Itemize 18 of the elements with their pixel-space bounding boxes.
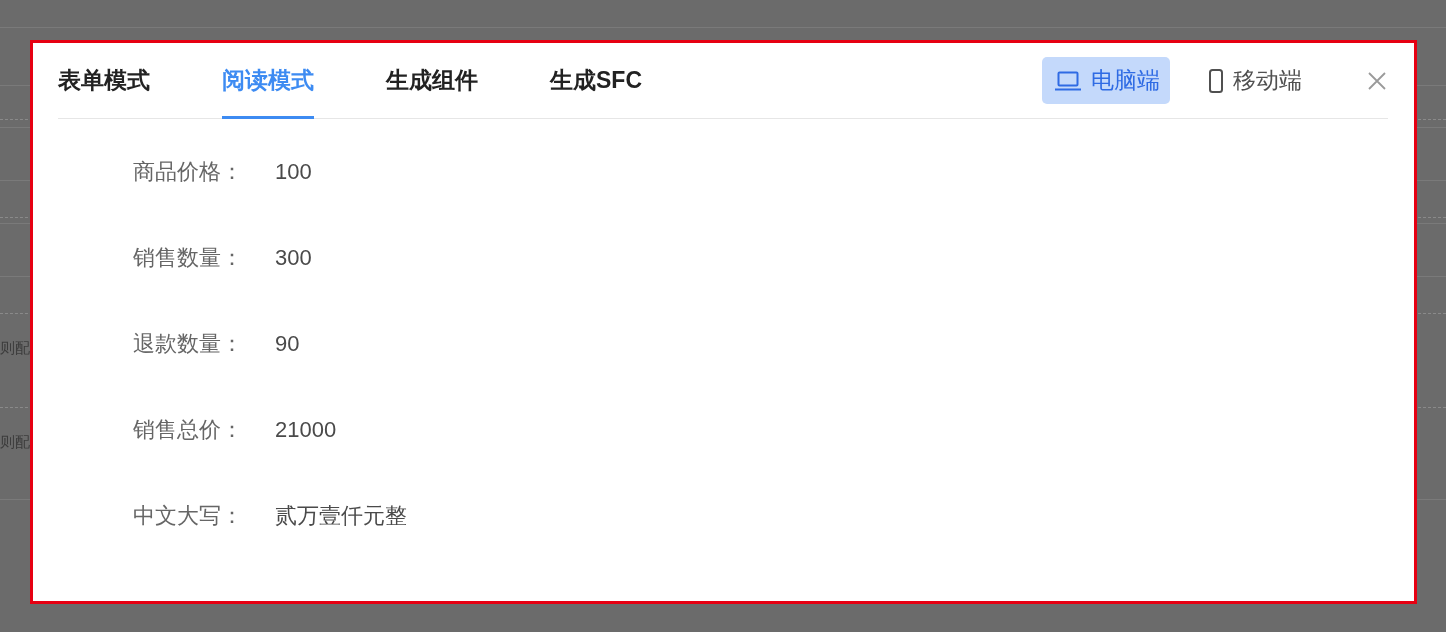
close-icon [1368,71,1386,90]
device-toggle[interactable]: 移动端 [1196,57,1312,104]
field-value: 贰万壹仟元整 [275,502,407,530]
field-label: 中文大写： [133,502,244,530]
field-value: 21000 [275,417,337,443]
field-value: 100 [275,159,312,185]
tab[interactable]: 生成组件 [386,43,478,119]
field-value: 300 [275,245,312,271]
field-label: 退款数量： [133,330,244,358]
laptop-icon [1055,70,1081,91]
field-label: 商品价格： [133,158,244,186]
field-label: 销售数量： [133,244,244,272]
tab[interactable]: 表单模式 [58,43,150,119]
field-value: 90 [275,331,300,357]
close-button[interactable] [1368,71,1386,90]
field-label: 销售总价： [133,416,244,444]
phone-icon [1209,68,1223,93]
tab[interactable]: 生成SFC [550,43,642,119]
